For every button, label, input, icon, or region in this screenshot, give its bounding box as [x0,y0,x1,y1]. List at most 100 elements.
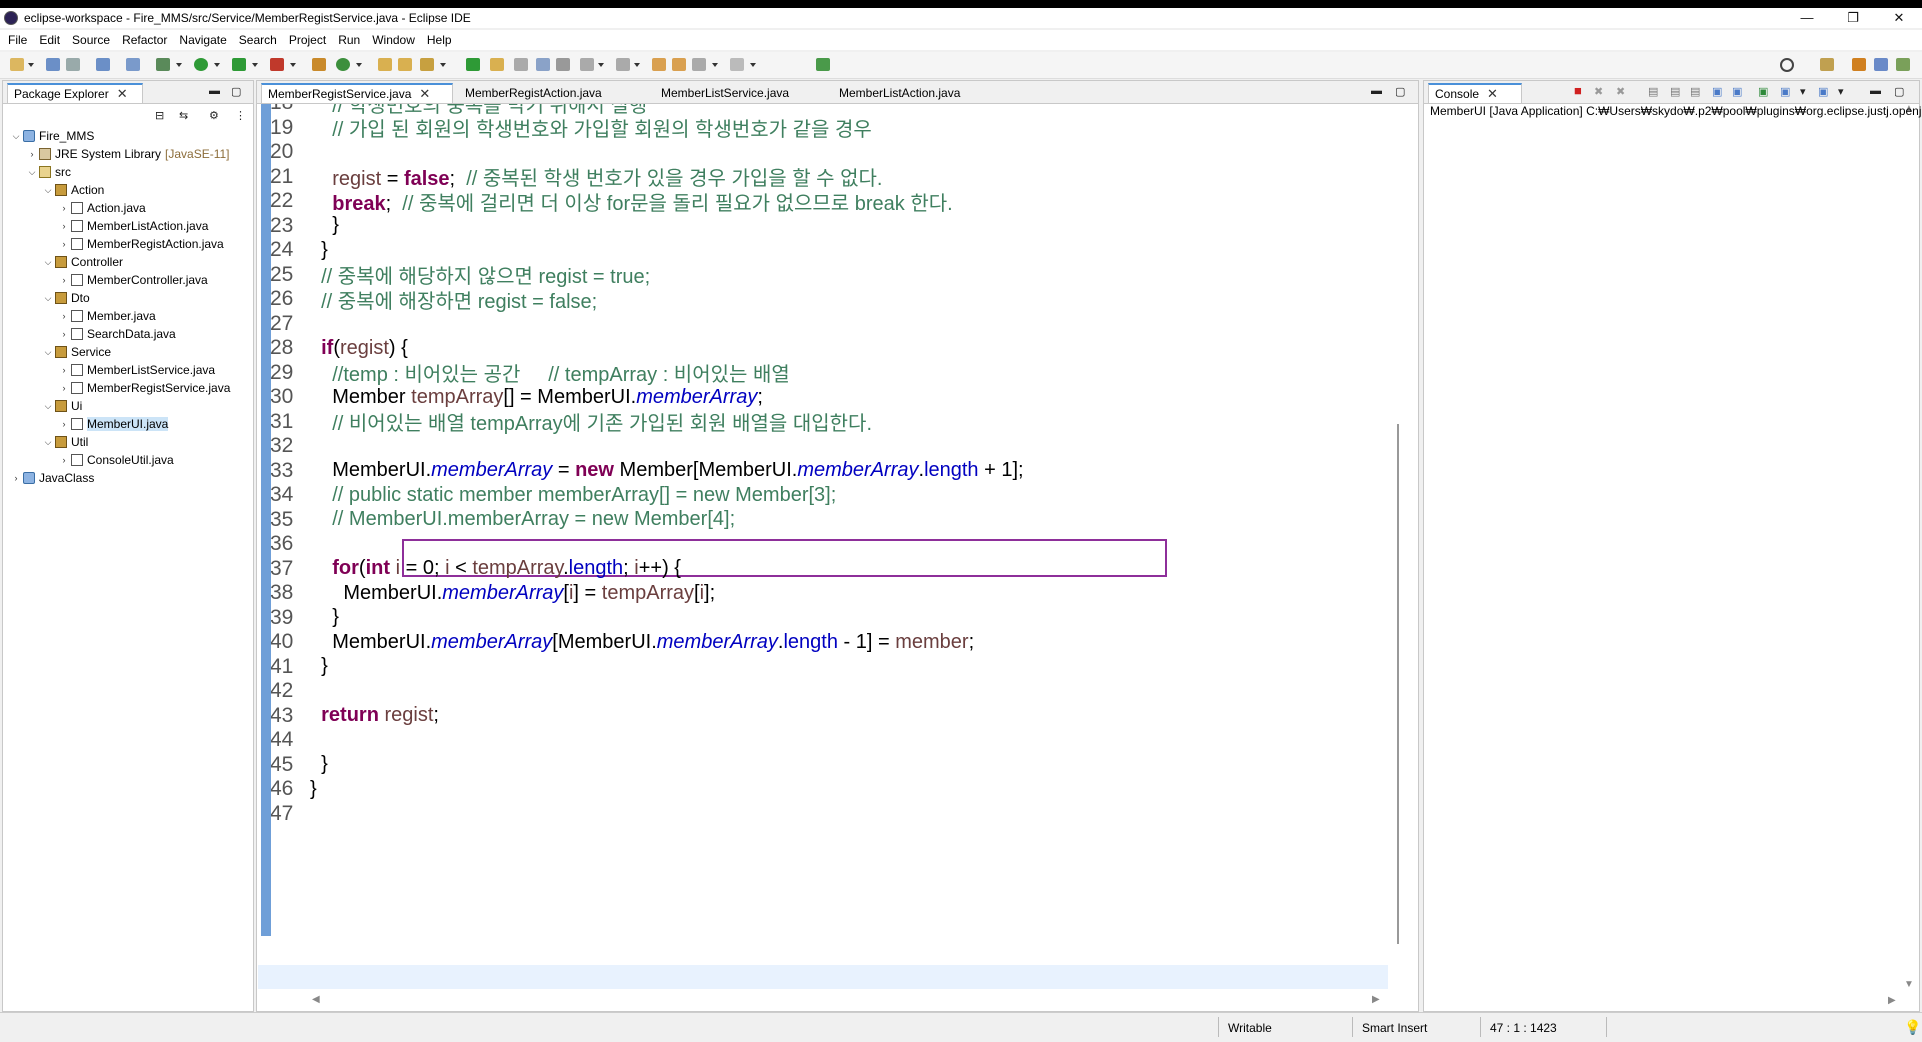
collapse-arrow-icon[interactable]: › [59,275,69,285]
menu-edit[interactable]: Edit [39,33,60,47]
open-console-dropdown-icon[interactable]: ▾ [1838,85,1844,98]
tree-item[interactable]: ⌵ Ui [43,397,83,415]
tree-item[interactable]: › MemberListService.java [59,361,216,379]
tree-item[interactable]: › SearchData.java [59,325,176,343]
open-perspective-icon[interactable] [1820,58,1834,71]
tree-item[interactable]: › MemberListAction.java [59,217,209,235]
last-edit-location-icon[interactable] [652,58,666,71]
scroll-down-icon[interactable]: ▼ [1904,979,1914,990]
coverage-dropdown-icon[interactable] [252,63,258,67]
back-icon[interactable] [692,58,706,71]
new-java-project-icon[interactable] [312,58,326,71]
tree-item[interactable]: ⌵ Action [43,181,105,199]
external-tools-icon[interactable] [270,58,284,71]
maximize-view-icon[interactable]: ▢ [231,85,241,98]
scroll-lock-icon[interactable]: ▤ [1670,85,1680,98]
remove-launch-icon[interactable]: ✖ [1594,85,1603,98]
previous-edit-icon[interactable] [616,58,630,71]
tab-memberregistaction[interactable]: MemberRegistAction.java [459,83,651,103]
pin-editor-icon[interactable] [816,58,830,71]
tree-item[interactable]: ⌵ Dto [43,289,90,307]
skip-breakpoints-icon[interactable] [126,58,140,71]
remove-all-launches-icon[interactable]: ✖ [1616,85,1625,98]
debug-dropdown-icon[interactable] [176,63,182,67]
insert-mode-status[interactable]: Smart Insert [1362,1021,1427,1035]
toggle-highlight-icon[interactable] [490,58,504,71]
expand-arrow-icon[interactable]: ⌵ [43,185,53,196]
back-dropdown-icon[interactable] [712,63,718,67]
external-tools-dropdown-icon[interactable] [290,63,296,67]
display-console-dropdown-icon[interactable]: ▾ [1800,85,1806,98]
expand-arrow-icon[interactable]: ⌵ [43,437,53,448]
menu-search[interactable]: Search [239,33,277,47]
search-tool-icon[interactable] [420,58,434,71]
terminate-icon[interactable]: ■ [1574,83,1582,98]
tree-item[interactable]: › JavaClass [11,469,95,487]
collapse-arrow-icon[interactable]: › [59,311,69,321]
collapse-arrow-icon[interactable]: › [59,383,69,393]
editor-vertical-scrollbar[interactable] [1392,104,1406,974]
tree-item[interactable]: › Member.java [59,307,156,325]
display-console-icon[interactable]: ▣ [1780,85,1790,98]
editor-horizontal-scrollbar[interactable]: ◀ ▶ [258,994,1388,1008]
expand-arrow-icon[interactable]: ⌵ [43,401,53,412]
expand-arrow-icon[interactable]: ⌵ [11,131,21,142]
clear-console-icon[interactable]: ▤ [1648,85,1658,98]
tree-item[interactable]: › Action.java [59,199,146,217]
java-ee-perspective-icon[interactable] [1852,58,1866,71]
scrollbar-thumb[interactable] [1397,424,1399,944]
expand-arrow-icon[interactable]: ⌵ [27,167,37,178]
forward-dropdown-icon[interactable] [750,63,756,67]
minimize-view-icon[interactable]: ▬ [1371,85,1382,97]
java-perspective-icon[interactable] [1874,58,1888,71]
view-menu-icon[interactable]: ⋮ [235,109,246,122]
forward-history-icon[interactable] [672,58,686,71]
minimize-view-icon[interactable]: ▬ [1870,85,1881,97]
menu-navigate[interactable]: Navigate [179,33,226,47]
minimize-view-icon[interactable]: ▬ [209,85,220,97]
tree-item[interactable]: › ConsoleUtil.java [59,451,174,469]
word-wrap-icon[interactable]: ▤ [1690,85,1700,98]
new-class-dropdown-icon[interactable] [356,63,362,67]
scroll-right-icon[interactable]: ▶ [1372,994,1380,1005]
link-with-editor-icon[interactable]: ⇆ [179,109,188,122]
next-edit-dropdown-icon[interactable] [598,63,604,67]
block-selection-icon[interactable] [514,58,528,71]
open-console-icon[interactable]: ▣ [1818,85,1828,98]
tree-item[interactable]: › MemberController.java [59,271,208,289]
maximize-button[interactable]: ❐ [1830,8,1876,28]
tree-item[interactable]: ⌵ Controller [43,253,123,271]
previous-edit-dropdown-icon[interactable] [634,63,640,67]
menu-project[interactable]: Project [289,33,326,47]
tree-item[interactable]: ⌵ src [27,163,71,181]
show-on-output-icon[interactable]: ▣ [1712,85,1722,98]
close-icon[interactable]: ✕ [419,86,430,102]
open-task-icon[interactable] [398,58,412,71]
expand-arrow-icon[interactable]: ⌵ [43,347,53,358]
search-tool-dropdown-icon[interactable] [440,63,446,67]
tab-console[interactable]: Console ✕ [1428,83,1522,103]
next-annotation-icon[interactable] [466,58,480,71]
menu-window[interactable]: Window [372,33,415,47]
run-dropdown-icon[interactable] [214,63,220,67]
toggle-word-wrap-icon[interactable] [536,58,550,71]
expand-arrow-icon[interactable]: ⌵ [43,257,53,268]
collapse-arrow-icon[interactable]: › [59,419,69,429]
collapse-arrow-icon[interactable]: › [59,329,69,339]
save-all-icon[interactable] [66,58,80,71]
close-button[interactable]: ✕ [1876,8,1922,28]
menu-refactor[interactable]: Refactor [122,33,167,47]
coverage-icon[interactable] [232,58,246,71]
expand-arrow-icon[interactable]: ⌵ [43,293,53,304]
new-class-icon[interactable] [336,58,350,71]
collapse-arrow-icon[interactable]: › [59,203,69,213]
tab-memberlistservice[interactable]: MemberListService.java [655,83,831,103]
menu-file[interactable]: File [8,33,27,47]
collapse-arrow-icon[interactable]: › [59,221,69,231]
scroll-left-icon[interactable]: ◀ [312,994,320,1005]
minimize-button[interactable]: — [1784,8,1830,28]
search-icon[interactable] [1780,58,1794,72]
show-on-error-icon[interactable]: ▣ [1732,85,1742,98]
forward-icon[interactable] [730,58,744,71]
collapse-arrow-icon[interactable]: › [27,149,37,159]
